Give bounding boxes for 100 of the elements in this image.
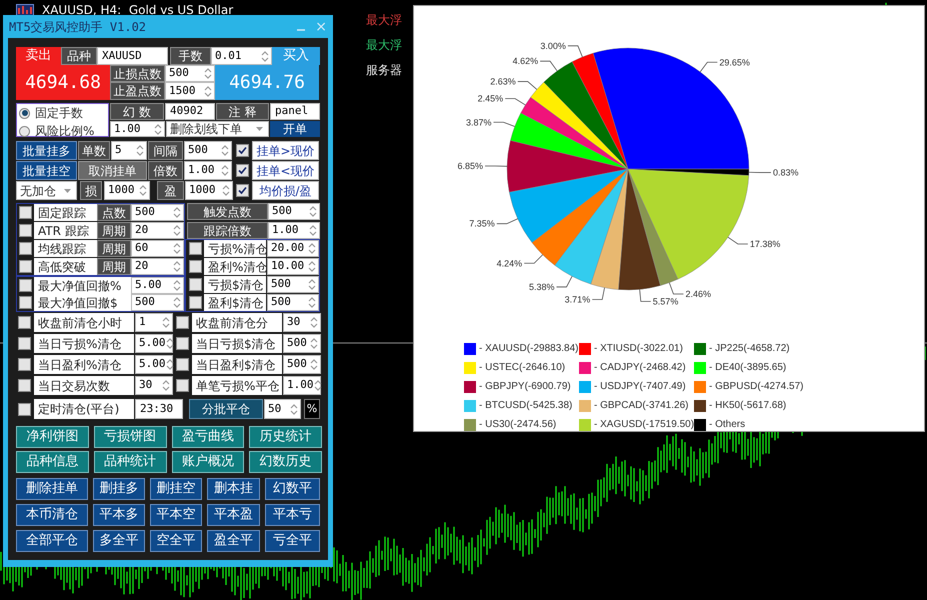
spin-arrows-icon[interactable]	[166, 337, 174, 350]
field-label: 单数	[78, 141, 110, 160]
checkbox[interactable]	[176, 379, 189, 392]
action-button[interactable]: 幻数历史	[249, 451, 322, 473]
action-button[interactable]: 挂单>现价	[252, 141, 319, 160]
spin-field[interactable]: 500	[184, 141, 232, 160]
checkbox[interactable]	[18, 260, 32, 273]
spin-field[interactable]: 1.00	[184, 161, 232, 180]
action-button[interactable]: 多全平	[93, 530, 145, 552]
dropdown[interactable]: 无加仓	[16, 181, 77, 200]
checkbox[interactable]	[176, 358, 189, 371]
spin-field[interactable]: 0.01	[211, 47, 272, 65]
spin-field[interactable]: 1000	[185, 181, 233, 200]
spin-field[interactable]: 20	[131, 258, 184, 275]
action-button[interactable]: 平本亏	[265, 504, 320, 526]
action-button[interactable]: 盈亏曲线	[172, 426, 244, 448]
checkbox[interactable]	[18, 337, 31, 350]
spin-field[interactable]: 500	[267, 294, 319, 311]
action-button[interactable]: 批量挂多	[16, 141, 77, 160]
action-button[interactable]: 幻数平	[265, 478, 320, 500]
spin-field[interactable]: 5	[111, 141, 147, 160]
checkbox[interactable]	[18, 242, 32, 255]
checkbox[interactable]	[188, 242, 202, 255]
action-button[interactable]: 账户概况	[172, 451, 244, 473]
bid-price[interactable]: 4694.68	[16, 65, 110, 100]
sell-button[interactable]: 卖出	[16, 47, 61, 65]
spin-field[interactable]: 500	[268, 203, 320, 220]
checkbox[interactable]	[188, 278, 202, 291]
input-field[interactable]: XAUUSD	[97, 47, 168, 65]
spin-field[interactable]: 20	[131, 222, 184, 239]
checkbox[interactable]	[18, 279, 32, 292]
action-button[interactable]: 空全平	[150, 530, 202, 552]
checkbox[interactable]	[236, 184, 249, 197]
spin-field[interactable]: 5.00	[135, 355, 173, 374]
spin-field[interactable]: 500	[131, 204, 184, 221]
spin-field[interactable]: 60	[131, 240, 184, 257]
field-label: 幻 数	[110, 103, 164, 120]
checkbox[interactable]	[18, 206, 32, 219]
spin-field[interactable]: 1500	[165, 82, 215, 100]
checkbox[interactable]	[188, 296, 202, 309]
input-field[interactable]: 40902	[165, 103, 215, 120]
dropdown[interactable]: 删除划线下单	[166, 121, 269, 137]
spin-field[interactable]: 5.00	[135, 334, 173, 353]
checkbox[interactable]	[18, 316, 31, 329]
spin-field[interactable]: 30	[283, 313, 321, 332]
spin-field[interactable]: 10.00	[267, 258, 319, 275]
spin-field[interactable]: 1.00	[283, 376, 321, 395]
spin-field[interactable]: 1	[135, 313, 173, 332]
action-button[interactable]: 平本盈	[207, 504, 260, 526]
spin-field[interactable]: 1.00	[268, 222, 320, 239]
checkbox[interactable]	[18, 379, 31, 392]
action-button[interactable]: 品种统计	[94, 451, 166, 473]
checkbox[interactable]	[236, 144, 248, 157]
radio-option[interactable]: 风险比例%	[19, 122, 108, 140]
checkbox[interactable]	[18, 224, 32, 237]
action-button[interactable]: 开单	[270, 121, 320, 137]
spin-field[interactable]: 500	[283, 355, 321, 374]
action-button[interactable]: 历史统计	[249, 426, 322, 448]
action-button[interactable]: 亏全平	[265, 530, 320, 552]
checkbox[interactable]	[18, 402, 31, 416]
checkbox[interactable]	[18, 296, 32, 309]
spin-field[interactable]: 50	[264, 399, 301, 419]
action-button[interactable]: 批量挂空	[16, 161, 77, 180]
action-button[interactable]: 删除挂单	[16, 478, 88, 500]
checkbox[interactable]	[18, 358, 31, 371]
spin-field[interactable]: 1.00	[110, 121, 165, 137]
checkbox[interactable]	[188, 260, 202, 273]
spin-arrows-icon[interactable]	[166, 358, 174, 371]
action-button[interactable]: 亏损饼图	[94, 426, 166, 448]
spin-field[interactable]: 5.00	[131, 277, 184, 294]
action-button[interactable]: 品种信息	[16, 451, 89, 473]
input-field[interactable]: panel	[270, 103, 320, 120]
action-button[interactable]: 平本空	[150, 504, 202, 526]
action-button[interactable]: 净利饼图	[16, 426, 89, 448]
action-button[interactable]: 均价损/盈	[252, 181, 319, 200]
caret-icon[interactable]	[255, 126, 264, 132]
spin-field[interactable]: 500	[131, 294, 184, 311]
checkbox[interactable]	[176, 337, 189, 350]
action-button[interactable]: 全部平仓	[16, 530, 88, 552]
input-field[interactable]: 23:30	[135, 399, 183, 419]
action-button[interactable]: 删本挂	[207, 478, 260, 500]
action-button[interactable]: 取消挂单	[78, 161, 147, 180]
spin-field[interactable]: 500	[267, 276, 319, 293]
spin-field[interactable]: 500	[283, 334, 321, 353]
spin-arrows-icon[interactable]	[314, 379, 322, 392]
action-button[interactable]: 分批平仓	[189, 399, 263, 419]
radio-option[interactable]: 固定手数	[19, 104, 108, 122]
spin-field[interactable]: 20.00	[267, 240, 319, 257]
action-button[interactable]: 删挂空	[150, 478, 202, 500]
checkbox[interactable]	[176, 316, 189, 329]
spin-field[interactable]: 30	[135, 376, 173, 395]
checkbox[interactable]	[236, 164, 248, 177]
action-button[interactable]: 盈全平	[207, 530, 260, 552]
action-button[interactable]: 删挂多	[93, 478, 145, 500]
action-button[interactable]: 本币清仓	[16, 504, 88, 526]
spin-field[interactable]: 500	[165, 65, 215, 82]
spin-field[interactable]: 1000	[104, 181, 150, 200]
caret-icon[interactable]	[63, 188, 72, 194]
action-button[interactable]: 挂单<现价	[252, 161, 319, 180]
action-button[interactable]: 平本多	[93, 504, 145, 526]
